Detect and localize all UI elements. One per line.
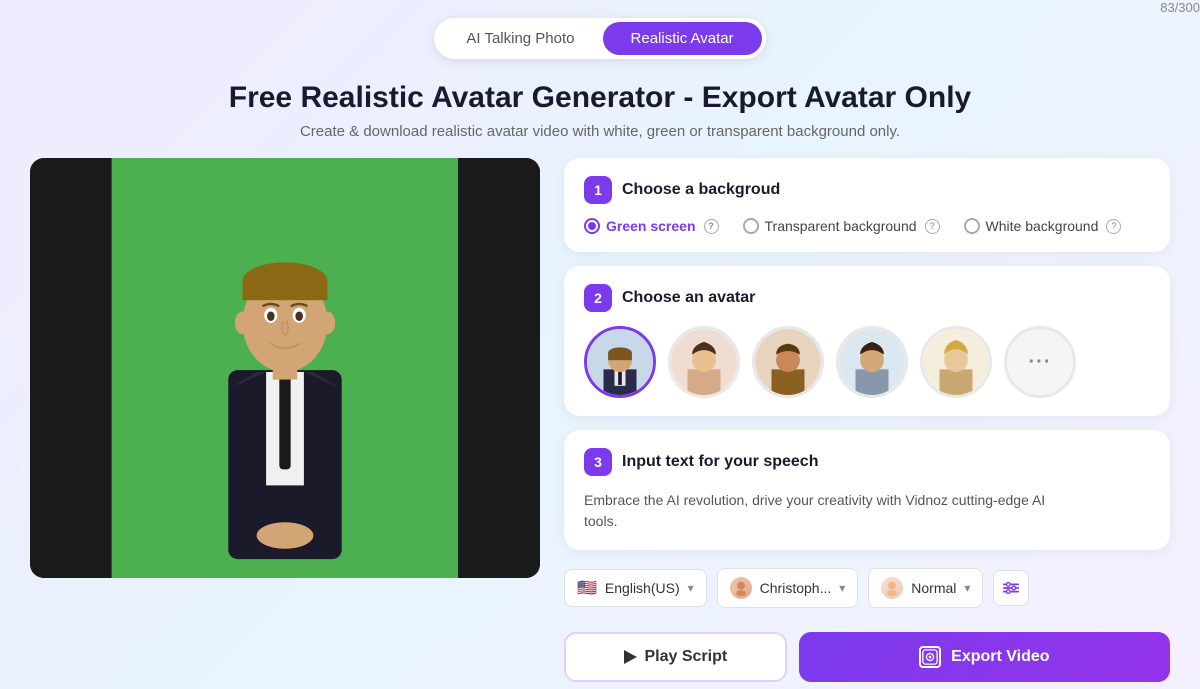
- tab-switcher: AI Talking Photo Realistic Avatar: [434, 18, 765, 59]
- export-video-label: Export Video: [951, 648, 1049, 666]
- radio-transparent: [743, 218, 759, 234]
- avatar-1[interactable]: [584, 326, 656, 398]
- more-dots: ···: [1029, 351, 1052, 374]
- speed-label: Normal: [911, 580, 956, 596]
- avatar-3[interactable]: [752, 326, 824, 398]
- radio-green: [584, 218, 600, 234]
- dark-side-right: [458, 158, 540, 578]
- step3-header: 3 Input text for your speech 83/300: [584, 448, 1150, 476]
- main-content: 1 Choose a backgroud Green screen ? Tran…: [0, 158, 1200, 682]
- play-script-button[interactable]: Play Script: [564, 632, 787, 682]
- avatar-4[interactable]: [836, 326, 908, 398]
- hero-section: Free Realistic Avatar Generator - Export…: [0, 71, 1200, 158]
- speed-chevron: ▾: [964, 581, 970, 595]
- language-label: English(US): [605, 580, 680, 596]
- avatars-row: ···: [584, 326, 1150, 398]
- bg-options: Green screen ? Transparent background ? …: [584, 218, 1150, 234]
- language-dropdown[interactable]: 🇺🇸 English(US) ▾: [564, 569, 707, 607]
- video-preview: [30, 158, 540, 578]
- language-chevron: ▾: [688, 581, 694, 595]
- bg-option-white[interactable]: White background ?: [964, 218, 1122, 234]
- step2-badge: 2: [584, 284, 612, 312]
- hero-subtitle: Create & download realistic avatar video…: [0, 123, 1200, 140]
- help-icon-white[interactable]: ?: [1106, 219, 1121, 234]
- language-flag: 🇺🇸: [577, 578, 597, 598]
- avatar-person-svg: [145, 200, 426, 578]
- voice-chevron: ▾: [839, 581, 845, 595]
- speed-dropdown[interactable]: Normal ▾: [868, 568, 983, 608]
- step1-badge: 1: [584, 176, 612, 204]
- bottom-controls: 🇺🇸 English(US) ▾ Christoph... ▾: [564, 568, 1170, 608]
- action-buttons: Play Script Export Video: [564, 632, 1170, 682]
- voice-avatar-icon: [730, 577, 752, 599]
- avatar-5[interactable]: [920, 326, 992, 398]
- top-nav: AI Talking Photo Realistic Avatar: [0, 0, 1200, 71]
- step3-card: 3 Input text for your speech 83/300 Embr…: [564, 430, 1170, 550]
- video-inner: [30, 158, 540, 578]
- export-icon: [919, 646, 941, 668]
- help-icon-transparent[interactable]: ?: [925, 219, 940, 234]
- step1-card: 1 Choose a backgroud Green screen ? Tran…: [564, 158, 1170, 252]
- text-counter: 83/300: [1160, 0, 1200, 15]
- play-script-label: Play Script: [645, 648, 728, 666]
- speech-text[interactable]: Embrace the AI revolution, drive your cr…: [584, 490, 1150, 532]
- step1-title: Choose a backgroud: [622, 181, 780, 199]
- speed-avatar-icon: [881, 577, 903, 599]
- step2-header: 2 Choose an avatar: [584, 284, 1150, 312]
- voice-label: Christoph...: [760, 580, 832, 596]
- app-container: AI Talking Photo Realistic Avatar Free R…: [0, 0, 1200, 682]
- hero-title: Free Realistic Avatar Generator - Export…: [0, 81, 1200, 115]
- bg-transparent-label: Transparent background: [765, 218, 917, 234]
- step1-header: 1 Choose a backgroud: [584, 176, 1150, 204]
- help-icon-green[interactable]: ?: [704, 219, 719, 234]
- tab-ai-talking-photo[interactable]: AI Talking Photo: [438, 22, 602, 55]
- bg-white-label: White background: [986, 218, 1099, 234]
- dark-side-left: [30, 158, 112, 578]
- radio-white: [964, 218, 980, 234]
- step3-title: Input text for your speech: [622, 453, 818, 471]
- bg-option-green[interactable]: Green screen ?: [584, 218, 719, 234]
- bg-green-label: Green screen: [606, 218, 696, 234]
- bg-option-transparent[interactable]: Transparent background ?: [743, 218, 940, 234]
- settings-icon: [1002, 579, 1020, 597]
- export-video-button[interactable]: Export Video: [799, 632, 1170, 682]
- voice-dropdown[interactable]: Christoph... ▾: [717, 568, 859, 608]
- avatar-2[interactable]: [668, 326, 740, 398]
- right-panel: 1 Choose a backgroud Green screen ? Tran…: [564, 158, 1170, 682]
- tab-realistic-avatar[interactable]: Realistic Avatar: [603, 22, 762, 55]
- more-avatars-btn[interactable]: ···: [1004, 326, 1076, 398]
- settings-btn[interactable]: [993, 570, 1029, 606]
- step3-badge: 3: [584, 448, 612, 476]
- step2-title: Choose an avatar: [622, 289, 755, 307]
- step2-card: 2 Choose an avatar: [564, 266, 1170, 416]
- play-icon: [624, 650, 637, 664]
